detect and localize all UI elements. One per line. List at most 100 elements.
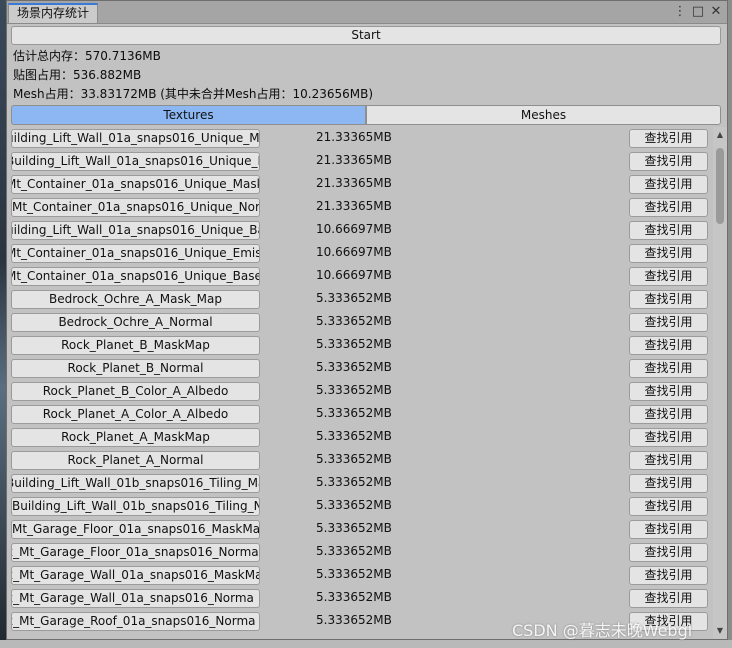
- texture-row: Rock_Planet_A_Normal 5.333652MB 查找引用: [7, 449, 713, 472]
- watermark: CSDN @暮志未晚Webgl: [512, 621, 693, 640]
- tab-textures[interactable]: Textures: [11, 105, 366, 125]
- find-references-button[interactable]: 查找引用: [629, 428, 708, 447]
- find-references-button[interactable]: 查找引用: [629, 405, 708, 424]
- texture-name-button[interactable]: Rock_Planet_A_Normal: [11, 451, 260, 470]
- texture-list[interactable]: uilding_Lift_Wall_01a_snaps016_Unique_M 2…: [7, 127, 713, 639]
- scroll-down-icon[interactable]: ▼: [715, 626, 725, 636]
- tab-meshes[interactable]: Meshes: [366, 105, 721, 125]
- title-bar-icons: ⋮ □ ✕: [673, 4, 723, 20]
- texture-row: Building_Lift_Wall_01a_snaps016_Unique_N…: [7, 150, 713, 173]
- texture-size: 5.333652MB: [316, 360, 392, 374]
- texture-name-button[interactable]: _Mt_Container_01a_snaps016_Unique_Norm: [11, 198, 260, 217]
- find-references-button[interactable]: 查找引用: [629, 589, 708, 608]
- find-references-button[interactable]: 查找引用: [629, 543, 708, 562]
- texture-name-button[interactable]: Bedrock_Ochre_A_Mask_Map: [11, 290, 260, 309]
- texture-name-button[interactable]: x_Mt_Garage_Wall_01a_snaps016_Norma: [11, 589, 260, 608]
- find-references-button[interactable]: 查找引用: [629, 152, 708, 171]
- texture-row: _Building_Lift_Wall_01b_snaps016_Tiling_…: [7, 495, 713, 518]
- texture-row: Rock_Planet_B_Color_A_Albedo 5.333652MB 查找…: [7, 380, 713, 403]
- texture-name-button[interactable]: Rock_Planet_B_MaskMap: [11, 336, 260, 355]
- find-references-button[interactable]: 查找引用: [629, 520, 708, 539]
- more-menu-icon[interactable]: ⋮: [673, 4, 687, 20]
- texture-size: 5.333652MB: [316, 475, 392, 489]
- texture-name-button[interactable]: uilding_Lift_Wall_01a_snaps016_Unique_M: [11, 129, 260, 148]
- texture-name-button[interactable]: Mt_Container_01a_snaps016_Unique_MaskM: [11, 175, 260, 194]
- find-references-button[interactable]: 查找引用: [629, 221, 708, 240]
- scroll-up-icon[interactable]: ▲: [715, 130, 725, 140]
- memory-stats-window: 场景内存统计 ⋮ □ ✕ Start 估计总内存：570.7136MB 贴图占用…: [6, 0, 728, 640]
- background-bottom: [0, 640, 732, 648]
- texture-row: Bedrock_Ochre_A_Mask_Map 5.333652MB 查找引用: [7, 288, 713, 311]
- close-icon[interactable]: ✕: [709, 4, 723, 20]
- texture-name-button[interactable]: Mt_Container_01a_snaps016_Unique_BaseC: [11, 267, 260, 286]
- find-references-button[interactable]: 查找引用: [629, 267, 708, 286]
- maximize-icon[interactable]: □: [691, 4, 705, 20]
- find-references-button[interactable]: 查找引用: [629, 244, 708, 263]
- texture-size: 5.333652MB: [316, 498, 392, 512]
- texture-name-button[interactable]: Rock_Planet_A_MaskMap: [11, 428, 260, 447]
- texture-size: 10.66697MB: [316, 268, 392, 282]
- texture-size: 5.333652MB: [316, 521, 392, 535]
- texture-name-button[interactable]: _Building_Lift_Wall_01b_snaps016_Tiling_…: [11, 497, 260, 516]
- texture-size: 21.33365MB: [316, 176, 392, 190]
- texture-row: uilding_Lift_Wall_01a_snaps016_Unique_M 2…: [7, 127, 713, 150]
- texture-row: Bedrock_Ochre_A_Normal 5.333652MB 查找引用: [7, 311, 713, 334]
- texture-name-button[interactable]: uilding_Lift_Wall_01a_snaps016_Unique_Ba: [11, 221, 260, 240]
- total-memory-label: 估计总内存：570.7136MB: [13, 49, 161, 63]
- texture-size: 5.333652MB: [316, 429, 392, 443]
- texture-name-button[interactable]: Building_Lift_Wall_01b_snaps016_Tiling_M…: [11, 474, 260, 493]
- texture-size: 21.33365MB: [316, 153, 392, 167]
- texture-name-button[interactable]: x_Mt_Garage_Floor_01a_snaps016_Norma: [11, 543, 260, 562]
- texture-size: 5.333652MB: [316, 337, 392, 351]
- texture-size: 5.333652MB: [316, 613, 392, 627]
- texture-size: 10.66697MB: [316, 245, 392, 259]
- find-references-button[interactable]: 查找引用: [629, 359, 708, 378]
- texture-size: 10.66697MB: [316, 222, 392, 236]
- texture-name-button[interactable]: Rock_Planet_B_Normal: [11, 359, 260, 378]
- find-references-button[interactable]: 查找引用: [629, 313, 708, 332]
- find-references-button[interactable]: 查找引用: [629, 382, 708, 401]
- texture-row: Rock_Planet_B_Normal 5.333652MB 查找引用: [7, 357, 713, 380]
- texture-row: uilding_Lift_Wall_01a_snaps016_Unique_Ba…: [7, 219, 713, 242]
- find-references-button[interactable]: 查找引用: [629, 290, 708, 309]
- texture-row: Mt_Container_01a_snaps016_Unique_BaseC 10…: [7, 265, 713, 288]
- texture-row: Mt_Container_01a_snaps016_Unique_MaskM 21…: [7, 173, 713, 196]
- find-references-button[interactable]: 查找引用: [629, 474, 708, 493]
- texture-row: x_Mt_Garage_Floor_01a_snaps016_Norma 5.33…: [7, 541, 713, 564]
- texture-size: 5.333652MB: [316, 452, 392, 466]
- texture-name-button[interactable]: _Mt_Garage_Floor_01a_snaps016_MaskMa: [11, 520, 260, 539]
- scrollbar-thumb[interactable]: [716, 148, 724, 224]
- find-references-button[interactable]: 查找引用: [629, 175, 708, 194]
- texture-row: Building_Lift_Wall_01b_snaps016_Tiling_M…: [7, 472, 713, 495]
- title-bar: 场景内存统计 ⋮ □ ✕: [7, 1, 727, 24]
- texture-row: Rock_Planet_A_MaskMap 5.333652MB 查找引用: [7, 426, 713, 449]
- find-references-button[interactable]: 查找引用: [629, 451, 708, 470]
- texture-row: x_Mt_Garage_Wall_01a_snaps016_MaskMa 5.33…: [7, 564, 713, 587]
- vertical-scrollbar[interactable]: ▲ ▼: [713, 127, 727, 639]
- find-references-button[interactable]: 查找引用: [629, 566, 708, 585]
- find-references-button[interactable]: 查找引用: [629, 336, 708, 355]
- texture-size: 21.33365MB: [316, 199, 392, 213]
- texture-row: Mt_Container_01a_snaps016_Unique_Emiss 10…: [7, 242, 713, 265]
- texture-size: 5.333652MB: [316, 383, 392, 397]
- start-button[interactable]: Start: [11, 26, 721, 45]
- texture-size: 5.333652MB: [316, 544, 392, 558]
- texture-name-button[interactable]: Rock_Planet_A_Color_A_Albedo: [11, 405, 260, 424]
- find-references-button[interactable]: 查找引用: [629, 129, 708, 148]
- texture-size: 21.33365MB: [316, 130, 392, 144]
- texture-name-button[interactable]: Building_Lift_Wall_01a_snaps016_Unique_N: [11, 152, 260, 171]
- window-tab[interactable]: 场景内存统计: [8, 3, 99, 23]
- texture-size: 5.333652MB: [316, 314, 392, 328]
- find-references-button[interactable]: 查找引用: [629, 497, 708, 516]
- texture-size: 5.333652MB: [316, 590, 392, 604]
- find-references-button[interactable]: 查找引用: [629, 198, 708, 217]
- texture-name-button[interactable]: Rock_Planet_B_Color_A_Albedo: [11, 382, 260, 401]
- texture-name-button[interactable]: x_Mt_Garage_Roof_01a_snaps016_Norma: [11, 612, 260, 631]
- texture-name-button[interactable]: Mt_Container_01a_snaps016_Unique_Emiss: [11, 244, 260, 263]
- texture-size: 5.333652MB: [316, 567, 392, 581]
- texture-name-button[interactable]: x_Mt_Garage_Wall_01a_snaps016_MaskMa: [11, 566, 260, 585]
- texture-name-button[interactable]: Bedrock_Ochre_A_Normal: [11, 313, 260, 332]
- texture-memory-label: 贴图占用：536.882MB: [13, 68, 142, 82]
- texture-size: 5.333652MB: [316, 406, 392, 420]
- texture-row: Rock_Planet_B_MaskMap 5.333652MB 查找引用: [7, 334, 713, 357]
